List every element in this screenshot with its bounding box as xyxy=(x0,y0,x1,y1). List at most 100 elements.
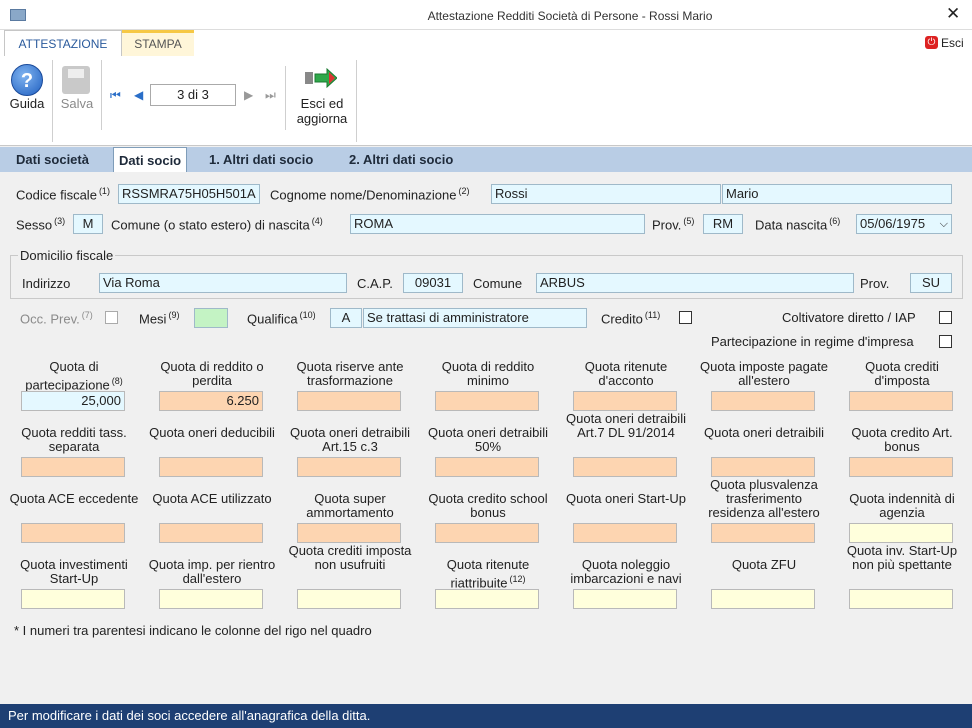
prov-nascita-label: Prov. (5) xyxy=(652,216,695,233)
quota-field[interactable] xyxy=(435,589,539,609)
cap-field[interactable]: 09031 xyxy=(403,273,463,293)
quota-label: Quota inv. Start-Up non più spettante xyxy=(846,543,958,572)
quota-label: Quota super ammortamento xyxy=(306,491,394,520)
quota-label: Quota noleggio imbarcazioni e navi xyxy=(570,557,682,586)
first-record-icon[interactable]: ⏮ xyxy=(110,88,121,103)
toolbar-divider xyxy=(52,60,53,142)
quota-label: Quota crediti imposta non usufruiti xyxy=(288,543,412,572)
quota-field[interactable] xyxy=(21,589,125,609)
quota-field[interactable] xyxy=(159,457,263,477)
quota-label: Quota crediti d'imposta xyxy=(865,359,939,388)
tab-altri-dati-2[interactable]: 2. Altri dati socio xyxy=(349,147,453,172)
quota-label: Quota ZFU xyxy=(731,557,797,572)
quota-label: Quota di partecipazione (8) xyxy=(25,359,123,393)
tab-dati-socio[interactable]: Dati socio xyxy=(113,147,188,172)
codice-fiscale-label: Codice fiscale (1) xyxy=(16,186,110,203)
quota-field[interactable] xyxy=(435,523,539,543)
quota-field[interactable] xyxy=(711,589,815,609)
quota-label: Quota ritenute riattribuite (12) xyxy=(446,557,530,591)
credito-label: Credito (11) xyxy=(601,310,661,327)
quota-field[interactable] xyxy=(711,523,815,543)
tab-attestazione[interactable]: ATTESTAZIONE xyxy=(4,30,122,56)
quota-label: Quota indennità di agenzia xyxy=(849,491,955,520)
exit-update-icon[interactable] xyxy=(305,68,337,88)
indirizzo-field[interactable]: Via Roma xyxy=(99,273,347,293)
quota-field[interactable] xyxy=(573,523,677,543)
quota-field[interactable]: 25,000 xyxy=(21,391,125,411)
prov-nascita-field[interactable]: RM xyxy=(703,214,743,234)
quota-label: Quota credito school bonus xyxy=(428,491,548,520)
quota-field[interactable] xyxy=(297,391,401,411)
toolbar xyxy=(0,56,972,146)
esci-aggiorna-button[interactable]: Esci ed aggiorna xyxy=(290,96,354,126)
prev-record-icon[interactable]: ◀ xyxy=(134,88,143,102)
esci-button[interactable]: Esci xyxy=(941,36,964,50)
credito-checkbox[interactable] xyxy=(679,311,692,324)
indirizzo-label: Indirizzo xyxy=(22,276,71,291)
quota-field[interactable] xyxy=(573,457,677,477)
cognome-field[interactable]: Rossi xyxy=(491,184,721,204)
quota-field[interactable] xyxy=(21,457,125,477)
quota-field[interactable] xyxy=(297,523,401,543)
cognome-label: Cognome nome/Denominazione (2) xyxy=(270,186,470,203)
help-icon[interactable]: ? xyxy=(11,64,43,96)
qualifica-label: Qualifica (10) xyxy=(247,310,316,327)
quota-field[interactable] xyxy=(849,589,953,609)
data-nascita-label: Data nascita (6) xyxy=(755,216,841,233)
close-icon[interactable]: ✕ xyxy=(946,5,960,23)
quota-field[interactable] xyxy=(159,523,263,543)
esci-aggiorna-line2: aggiorna xyxy=(296,111,348,126)
prov-label: Prov. xyxy=(860,276,890,291)
sesso-label: Sesso (3) xyxy=(16,216,66,233)
quota-label: Quota oneri detraibili Art.7 DL 91/2014 xyxy=(566,411,686,440)
exit-icon[interactable]: ⏻ xyxy=(925,36,938,49)
quota-label: Quota oneri detraibili 50% xyxy=(428,425,548,454)
quota-field[interactable] xyxy=(435,391,539,411)
data-nascita-value: 05/06/1975 xyxy=(860,216,926,231)
quota-field[interactable] xyxy=(849,391,953,411)
quota-field[interactable] xyxy=(297,589,401,609)
mesi-field[interactable] xyxy=(194,308,228,328)
quota-label: Quota oneri detraibili xyxy=(704,425,824,440)
qualifica-desc-field[interactable]: Se trattasi di amministratore xyxy=(363,308,587,328)
nome-field[interactable]: Mario xyxy=(722,184,952,204)
quota-field[interactable]: 6.250 xyxy=(159,391,263,411)
occ-prev-checkbox xyxy=(105,311,118,324)
quota-field[interactable] xyxy=(711,457,815,477)
quota-field[interactable] xyxy=(573,391,677,411)
tab-altri-dati-1[interactable]: 1. Altri dati socio xyxy=(209,147,313,172)
window-title: Attestazione Redditi Società di Persone … xyxy=(427,9,713,23)
sesso-field[interactable]: M xyxy=(73,214,103,234)
quota-label: Quota imp. per rientro dall'estero xyxy=(148,557,276,586)
quota-field[interactable] xyxy=(159,589,263,609)
quota-field[interactable] xyxy=(573,589,677,609)
quota-label: Quota oneri detraibili Art.15 c.3 xyxy=(290,425,410,454)
quota-field[interactable] xyxy=(21,523,125,543)
tab-dati-societa[interactable]: Dati società xyxy=(16,147,89,172)
data-nascita-picker[interactable]: 05/06/1975 ⌵ xyxy=(856,214,952,234)
prov-field[interactable]: SU xyxy=(910,273,952,293)
tab-stampa[interactable]: STAMPA xyxy=(122,30,194,56)
comune-nascita-field[interactable]: ROMA xyxy=(350,214,645,234)
quota-label: Quota riserve ante trasformazione xyxy=(296,359,404,388)
cap-label: C.A.P. xyxy=(357,276,393,291)
quota-field[interactable] xyxy=(297,457,401,477)
comune-field[interactable]: ARBUS xyxy=(536,273,854,293)
quota-label: Quota oneri deducibili xyxy=(149,425,275,440)
chevron-down-icon: ⌵ xyxy=(939,218,948,230)
quota-field[interactable] xyxy=(849,523,953,543)
quota-label: Quota credito Art. bonus xyxy=(851,425,953,454)
quota-label: Quota plusvalenza trasferimento residenz… xyxy=(708,477,820,520)
partecipazione-checkbox[interactable] xyxy=(939,335,952,348)
coltivatore-checkbox[interactable] xyxy=(939,311,952,324)
quota-field[interactable] xyxy=(849,457,953,477)
codice-fiscale-field[interactable]: RSSMRA75H05H501A xyxy=(118,184,260,204)
quota-field[interactable] xyxy=(435,457,539,477)
quota-field[interactable] xyxy=(711,391,815,411)
guida-button[interactable]: Guida xyxy=(4,96,50,111)
qualifica-code-field[interactable]: A xyxy=(330,308,362,328)
occ-prev-label: Occ. Prev. (7) xyxy=(20,310,93,327)
domicilio-legend: Domicilio fiscale xyxy=(18,248,116,263)
salva-button: Salva xyxy=(60,96,94,111)
record-navigator-field[interactable]: 3 di 3 xyxy=(150,84,236,106)
